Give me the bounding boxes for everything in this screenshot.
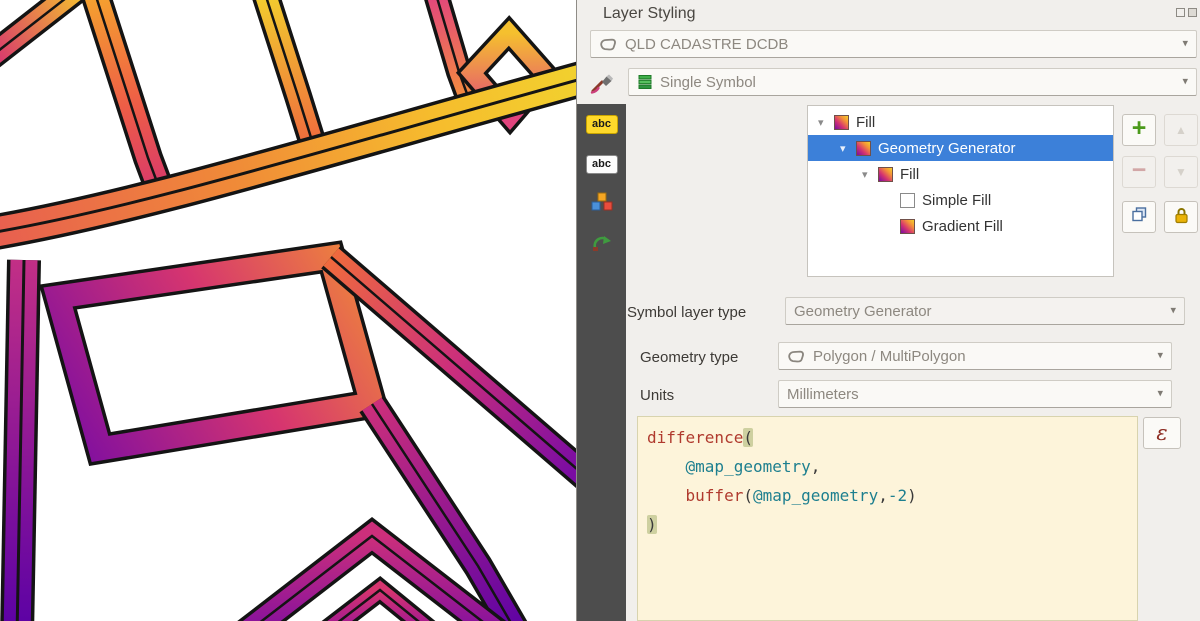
labels-icon: abc	[586, 115, 618, 134]
duplicate-symbol-layer-button[interactable]	[1122, 201, 1156, 233]
close-icon[interactable]	[1188, 8, 1197, 17]
gradient-swatch-icon	[878, 167, 893, 182]
layer-selector-value: QLD CADASTRE DCDB	[625, 36, 788, 53]
move-down-button[interactable]: ▼	[1164, 156, 1198, 188]
empty-swatch-icon	[900, 193, 915, 208]
chevron-down-icon: ▾	[1182, 77, 1188, 88]
page-title: Layer Styling	[603, 5, 696, 23]
symbol-tree-item-label: Simple Fill	[922, 192, 991, 209]
plus-icon: +	[1132, 114, 1147, 143]
tab-mask[interactable]: abc	[577, 144, 626, 184]
symbol-tree-item[interactable]: ▾ Fill	[808, 109, 1113, 135]
expand-arrow-icon[interactable]: ▾	[818, 116, 834, 129]
style-tabbar: abc abc	[577, 64, 626, 621]
arrow-down-icon: ▼	[1175, 165, 1187, 179]
map-canvas[interactable]	[0, 0, 576, 621]
chevron-down-icon: ▾	[1170, 306, 1176, 317]
history-icon	[591, 232, 613, 257]
map-drawing	[0, 0, 576, 621]
symbol-tree-item[interactable]: Simple Fill	[808, 187, 1113, 213]
duplicate-icon	[1131, 206, 1148, 228]
symbol-tree-item[interactable]: Gradient Fill	[808, 213, 1113, 239]
polygon-layer-icon	[599, 37, 618, 52]
arrow-up-icon: ▲	[1175, 123, 1187, 137]
symbol-tree-item-label: Geometry Generator	[878, 140, 1016, 157]
paintbrush-icon	[590, 70, 614, 99]
remove-symbol-layer-button[interactable]: −	[1122, 156, 1156, 188]
symbol-tree-item-label: Fill	[856, 114, 875, 131]
epsilon-icon: ε	[1156, 421, 1167, 445]
lock-colors-button[interactable]	[1164, 201, 1198, 233]
symbol-layer-type-label: Symbol layer type	[627, 304, 746, 321]
symbol-tree-item-label: Gradient Fill	[922, 218, 1003, 235]
symbol-tree-item[interactable]: ▾ Fill	[808, 161, 1113, 187]
symbol-layer-type-select[interactable]: Geometry Generator ▾	[785, 297, 1185, 325]
gradient-swatch-icon	[856, 141, 871, 156]
polygon-layer-icon	[787, 349, 806, 364]
symbol-tree: ▾Fill▾Geometry Generator▾FillSimple Fill…	[807, 105, 1114, 277]
gradient-swatch-icon	[900, 219, 915, 234]
tab-symbology[interactable]	[577, 64, 626, 104]
mask-icon: abc	[586, 155, 618, 174]
lock-icon	[1173, 206, 1190, 229]
gradient-swatch-icon	[834, 115, 849, 130]
renderer-selector-value: Single Symbol	[660, 74, 756, 91]
expression-builder-button[interactable]: ε	[1143, 417, 1181, 449]
tab-labels[interactable]: abc	[577, 104, 626, 144]
undock-icon[interactable]	[1176, 8, 1185, 17]
add-symbol-layer-button[interactable]: +	[1122, 114, 1156, 146]
chevron-down-icon: ▾	[1157, 389, 1163, 400]
geometry-type-select[interactable]: Polygon / MultiPolygon ▾	[778, 342, 1172, 370]
chevron-down-icon: ▾	[1157, 351, 1163, 362]
renderer-selector[interactable]: Single Symbol ▾	[628, 68, 1197, 96]
minus-icon: −	[1132, 156, 1147, 185]
symbol-layer-type-value: Geometry Generator	[794, 303, 932, 320]
layer-styling-panel: Layer Styling QLD CADASTRE DCDB ▾ Sin	[576, 0, 1200, 621]
diagram-icon	[591, 192, 613, 216]
move-up-button[interactable]: ▲	[1164, 114, 1198, 146]
expand-arrow-icon[interactable]: ▾	[862, 168, 878, 181]
chevron-down-icon: ▾	[1182, 39, 1188, 50]
symbol-tree-item-label: Fill	[900, 166, 919, 183]
units-label: Units	[640, 387, 674, 404]
expand-arrow-icon[interactable]: ▾	[840, 142, 856, 155]
tab-diagrams[interactable]	[577, 184, 626, 224]
layer-selector[interactable]: QLD CADASTRE DCDB ▾	[590, 30, 1197, 58]
units-select[interactable]: Millimeters ▾	[778, 380, 1172, 408]
symbol-tree-item[interactable]: ▾ Geometry Generator	[808, 135, 1113, 161]
qgis-window: Layer Styling QLD CADASTRE DCDB ▾ Sin	[0, 0, 1200, 621]
symbology-stack-icon	[637, 74, 653, 90]
geometry-type-value: Polygon / MultiPolygon	[813, 348, 966, 365]
geometry-type-label: Geometry type	[640, 349, 738, 366]
expression-code[interactable]: difference( @map_geometry, buffer(@map_g…	[637, 416, 1138, 621]
units-value: Millimeters	[787, 386, 859, 403]
tab-history[interactable]	[577, 224, 626, 264]
